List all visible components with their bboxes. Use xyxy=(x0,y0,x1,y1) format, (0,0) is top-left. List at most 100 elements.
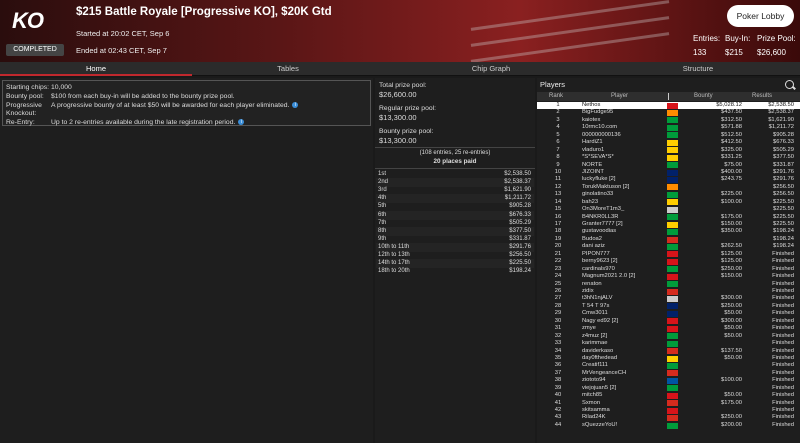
player-row[interactable]: 28 T 54 T 97s $250.00 Finished xyxy=(537,303,800,310)
player-row[interactable]: 34 daviderkaso $137.50 Finished xyxy=(537,348,800,355)
boxing-ring-ropes xyxy=(470,0,670,62)
player-bounty: $250.00 xyxy=(721,302,742,309)
player-row[interactable]: 8 *S*SEVA*S* $331.25 $377.50 xyxy=(537,154,800,161)
player-row[interactable]: 22 berny9623 [2] $125.00 Finished xyxy=(537,258,800,265)
player-name: skitsamma xyxy=(582,407,610,414)
player-row[interactable]: 25 renaton Finished xyxy=(537,281,800,288)
player-row[interactable]: 17 Granter7777 [2] $150.00 $225.50 xyxy=(537,221,800,228)
player-name: HardiZ1 xyxy=(582,139,603,146)
player-name: On3MoreT1m3_ xyxy=(582,206,625,213)
player-bounty: $225.00 xyxy=(721,191,742,198)
player-row[interactable]: 3 kaiotex $312.50 $1,621.90 xyxy=(537,117,800,124)
country-flag-icon xyxy=(667,139,678,146)
player-row[interactable]: 2 BigFudge95 $437.50 $2,538.37 xyxy=(537,109,800,117)
player-row[interactable]: 14 bah23 $100.00 $225.50 xyxy=(537,199,800,206)
players-table-header: Rank Player Bounty Results xyxy=(537,92,800,101)
player-row[interactable]: 20 dani aziz $262.50 $198.24 xyxy=(537,243,800,250)
info-icon[interactable]: i xyxy=(238,119,245,126)
country-flag-icon xyxy=(667,117,678,124)
player-row[interactable]: 13 ginolatino33 $225.00 $256.50 xyxy=(537,191,800,198)
player-rank: 44 xyxy=(554,421,562,428)
player-row[interactable]: 27 t3hN1njALV $300.00 Finished xyxy=(537,295,800,303)
player-row[interactable]: 21 PIPON777 $125.00 Finished xyxy=(537,251,800,258)
player-row[interactable]: 41 Sxmon $175.00 Finished xyxy=(537,400,800,407)
player-rank: 13 xyxy=(554,191,562,198)
player-row[interactable]: 11 luckyfluke [2] $243.75 $291.76 xyxy=(537,176,800,183)
tab-tables[interactable]: Tables xyxy=(192,62,384,76)
player-row[interactable]: 35 day0fthedead $50.00 Finished xyxy=(537,355,800,362)
player-result: $377.50 xyxy=(773,154,794,161)
player-bounty: $571.88 xyxy=(721,124,742,131)
player-row[interactable]: 18 gustavoodias $350.00 $198.24 xyxy=(537,228,800,236)
player-row[interactable]: 26 zidix Finished xyxy=(537,288,800,295)
player-row[interactable]: 6 HardiZ1 $412.50 $676.33 xyxy=(537,139,800,146)
player-row[interactable]: 7 vladuro1 $325.00 $505.29 xyxy=(537,147,800,154)
player-rank: 2 xyxy=(556,109,560,116)
player-row[interactable]: 1 Nethos $5,028.12 $2,538.50 xyxy=(537,102,800,110)
results-header[interactable]: Results xyxy=(752,92,772,101)
player-name: Budoa2 xyxy=(582,235,602,242)
country-flag-icon xyxy=(667,296,678,303)
player-result: Finished xyxy=(772,384,794,391)
player-row[interactable]: 39 viejojuan5 [2] Finished xyxy=(537,385,800,392)
player-row[interactable]: 9 NORTE $75.00 $331.87 xyxy=(537,162,800,169)
player-row[interactable]: 32 z4muz [2] $50.00 Finished xyxy=(537,333,800,340)
player-row[interactable]: 15 On3MoreT1m3_ $225.50 xyxy=(537,206,800,213)
player-row[interactable]: 5 000000000136 $512.50 $905.28 xyxy=(537,132,800,139)
player-row[interactable]: 33 karimmae Finished xyxy=(537,340,800,347)
player-result: $225.50 xyxy=(773,213,794,220)
player-result: Finished xyxy=(772,407,794,414)
player-name: vladuro1 xyxy=(582,146,605,153)
player-header[interactable]: Player xyxy=(611,92,628,101)
player-row[interactable]: 29 Cmw3011 $50.00 Finished xyxy=(537,310,800,317)
player-row[interactable]: 43 Rilad24K $250.00 Finished xyxy=(537,414,800,422)
player-result: Finished xyxy=(772,369,794,376)
player-name: kaiotex xyxy=(582,116,601,123)
poker-lobby-button[interactable]: Poker Lobby xyxy=(727,5,794,27)
player-result: $676.33 xyxy=(773,139,794,146)
country-flag-icon xyxy=(667,176,678,183)
player-row[interactable]: 44 sQuezzeYoU! $200.00 Finished xyxy=(537,422,800,429)
country-flag-icon xyxy=(667,310,678,317)
home-info-panel: Starting chips: 10,000 Bounty pool: $100 f… xyxy=(0,78,373,443)
player-rank: 42 xyxy=(554,407,562,414)
status-badge: COMPLETED xyxy=(6,44,64,56)
player-row[interactable]: 40 mitch85 $50.00 Finished xyxy=(537,392,800,399)
player-row[interactable]: 16 B4NKR0LL3R $175.00 $225.50 xyxy=(537,214,800,221)
country-flag-icon xyxy=(667,370,678,377)
player-name: MrVengeanceCH xyxy=(582,369,627,376)
player-row[interactable]: 42 skitsamma Finished xyxy=(537,407,800,414)
player-bounty: $100.00 xyxy=(721,198,742,205)
player-row[interactable]: 12 TorukMaktuson [2] $256.50 xyxy=(537,184,800,191)
tab-home[interactable]: Home xyxy=(0,62,192,76)
tab-chip-graph[interactable]: Chip Graph xyxy=(395,62,587,76)
player-row[interactable]: 24 Magnum2021 2.0 [2] $150.00 Finished xyxy=(537,273,800,280)
player-row[interactable]: 4 10rmc10.com $571.88 $1,211.72 xyxy=(537,124,800,131)
player-row[interactable]: 30 Nagy ed92 [2] $300.00 Finished xyxy=(537,318,800,325)
info-icon[interactable]: i xyxy=(292,102,299,109)
player-result: Finished xyxy=(772,362,794,369)
country-flag-icon xyxy=(667,147,678,154)
player-row[interactable]: 19 Budoa2 $198.24 xyxy=(537,236,800,243)
player-row[interactable]: 38 ziototo94 $100.00 Finished xyxy=(537,377,800,384)
player-row[interactable]: 37 MrVengeanceCH Finished xyxy=(537,370,800,377)
prizepool-label: Prize Pool: xyxy=(757,34,796,43)
rank-header[interactable]: Rank xyxy=(549,92,563,101)
player-name: zmye xyxy=(582,325,596,332)
country-flag-icon xyxy=(667,251,678,258)
tab-structure[interactable]: Structure xyxy=(602,62,794,76)
player-row[interactable]: 36 Creatif111 Finished xyxy=(537,362,800,369)
prizepool-value: $26,600 xyxy=(757,48,786,57)
player-rank: 27 xyxy=(554,295,562,302)
tournament-info-box: Starting chips: 10,000 Bounty pool: $100 f… xyxy=(2,80,371,126)
bounty-header[interactable]: Bounty xyxy=(694,92,713,101)
player-rank: 12 xyxy=(554,183,562,190)
player-row[interactable]: 10 JIZOINT $400.00 $291.76 xyxy=(537,169,800,176)
player-rank: 37 xyxy=(554,369,562,376)
search-icon[interactable] xyxy=(785,80,794,89)
player-row[interactable]: 23 cardinals970 $250.00 Finished xyxy=(537,266,800,273)
player-result: $225.50 xyxy=(773,221,794,228)
player-row[interactable]: 31 zmye $50.00 Finished xyxy=(537,325,800,332)
player-name: renaton xyxy=(582,280,602,287)
country-flag-icon xyxy=(667,236,678,243)
